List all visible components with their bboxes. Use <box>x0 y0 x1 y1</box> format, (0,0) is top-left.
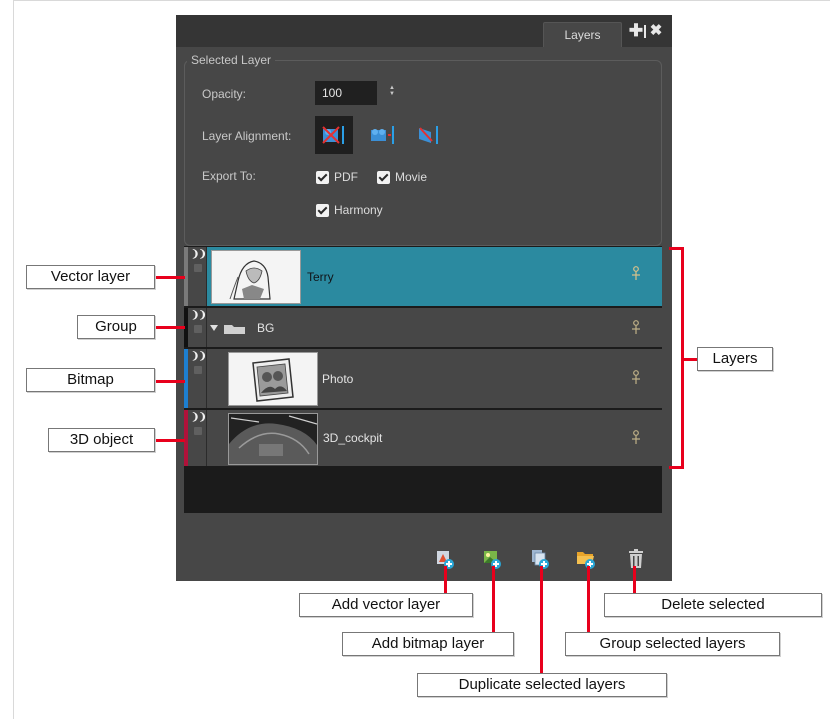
group-title: Selected Layer <box>187 53 276 67</box>
callout-line <box>492 566 495 632</box>
callout-group-selected: Group selected layers <box>565 632 780 656</box>
tab-layers[interactable]: Layers <box>543 22 622 47</box>
peg-icon <box>632 430 640 444</box>
callout-group: Group <box>77 315 155 339</box>
sketch-thumbnail-icon <box>229 260 271 300</box>
align-billboard-button[interactable] <box>315 116 353 154</box>
callout-add-bitmap-layer: Add bitmap layer <box>342 632 514 656</box>
checkbox-box <box>316 170 329 184</box>
cockpit-thumbnail-icon <box>229 415 317 464</box>
callout-line <box>155 380 185 383</box>
spinner-glyph: ▲▼ <box>389 85 395 97</box>
trash-icon[interactable] <box>626 548 646 570</box>
callout-vector-layer: Vector layer <box>26 265 155 289</box>
callout-line <box>444 566 447 593</box>
peg-icon <box>632 266 640 280</box>
add-view-icon[interactable]: ✚ <box>628 21 644 41</box>
callout-line <box>633 566 636 593</box>
checkbox-box <box>377 170 390 184</box>
eye-icon[interactable]: ❩❩ <box>191 310 207 321</box>
opacity-spinner-icon[interactable]: ▲▼ <box>388 85 396 98</box>
callout-delete-selected: Delete selected <box>604 593 822 617</box>
eye-icon[interactable]: ❩❩ <box>191 412 207 423</box>
layer-name: Terry <box>307 270 334 284</box>
bracket-line <box>681 358 697 361</box>
peg-icon <box>632 320 640 334</box>
eye-icon[interactable]: ❩❩ <box>191 351 207 362</box>
checkbox-box <box>316 203 329 217</box>
callout-line <box>155 276 185 279</box>
group-layers-icon[interactable] <box>576 548 596 570</box>
align-pivot-icon <box>371 126 394 144</box>
lock-icon[interactable] <box>194 325 202 333</box>
opacity-label: Opacity: <box>202 87 247 101</box>
layer-name: BG <box>257 321 275 335</box>
tab-separator <box>644 25 646 38</box>
layer-row-3d-cockpit[interactable]: ❩❩ 3D_cockpit <box>184 410 662 468</box>
layer-row-terry[interactable]: ❩❩ Terry <box>184 247 662 308</box>
layer-list: ❩❩ Terry ❩❩ BG ❩❩ Photo ❩❩ 3D_cockpit <box>184 246 662 513</box>
callout-3d-object: 3D object <box>48 428 155 452</box>
callout-bitmap: Bitmap <box>26 368 155 392</box>
export-harmony-checkbox[interactable]: Harmony <box>316 203 383 217</box>
layer-controls: ❩❩ <box>188 308 207 347</box>
layers-panel: Layers ✚ ✖ Selected Layer Opacity: 100 ▲… <box>176 15 672 581</box>
callout-layers: Layers <box>697 347 773 371</box>
callout-line <box>155 439 185 442</box>
callout-line <box>155 326 185 329</box>
close-icon[interactable]: ✖ <box>648 21 664 41</box>
layer-thumbnail <box>228 413 318 465</box>
layer-alignment-label: Layer Alignment: <box>202 129 292 143</box>
layer-name: Photo <box>322 372 354 386</box>
callout-line <box>587 566 590 632</box>
callout-line <box>540 566 543 673</box>
export-movie-checkbox[interactable]: Movie <box>377 170 427 184</box>
callout-add-vector-layer: Add vector layer <box>299 593 473 617</box>
layer-controls: ❩❩ <box>188 410 207 466</box>
opacity-field[interactable]: 100 <box>315 81 377 105</box>
layer-name: 3D_cockpit <box>323 431 383 445</box>
export-harmony-label: Harmony <box>334 203 383 217</box>
export-pdf-label: PDF <box>334 170 358 184</box>
layer-controls: ❩❩ <box>188 247 207 306</box>
callout-duplicate-layers: Duplicate selected layers <box>417 673 667 697</box>
lock-icon[interactable] <box>194 264 202 272</box>
export-pdf-checkbox[interactable]: PDF <box>316 170 358 184</box>
eye-icon[interactable]: ❩❩ <box>191 249 207 260</box>
align-pivot-button[interactable] <box>363 116 401 154</box>
align-flat-icon <box>419 126 438 144</box>
export-movie-label: Movie <box>395 170 428 184</box>
photo-thumbnail-icon <box>252 358 294 402</box>
layer-thumbnail <box>211 250 301 304</box>
align-billboard-icon <box>322 126 344 144</box>
peg-icon <box>632 370 640 384</box>
align-flat-button[interactable] <box>410 116 448 154</box>
export-to-label: Export To: <box>202 169 256 183</box>
bracket-line <box>669 466 684 469</box>
layer-controls: ❩❩ <box>188 349 207 408</box>
tab-bar: Layers ✚ ✖ <box>176 15 672 47</box>
lock-icon[interactable] <box>194 366 202 374</box>
layer-row-photo[interactable]: ❩❩ Photo <box>184 349 662 410</box>
layer-row-bg[interactable]: ❩❩ BG <box>184 308 662 349</box>
layer-thumbnail <box>228 352 318 406</box>
lock-icon[interactable] <box>194 427 202 435</box>
folder-expand-icon[interactable] <box>210 322 254 336</box>
